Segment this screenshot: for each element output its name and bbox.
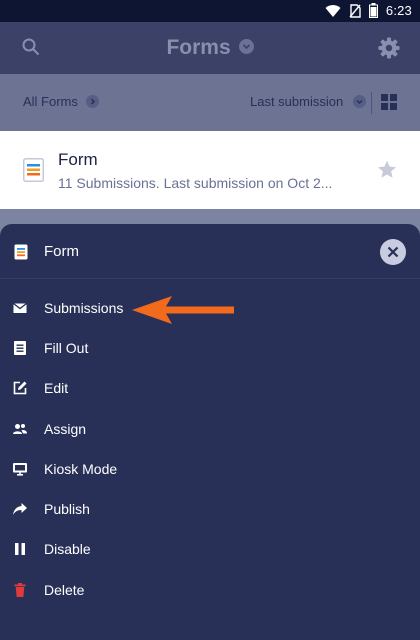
pause-icon — [15, 543, 25, 555]
menu-item-label: Kiosk Mode — [44, 461, 118, 477]
menu-item-assign[interactable]: Assign — [0, 410, 420, 450]
menu-item-label: Fill Out — [44, 340, 89, 356]
edit-icon — [13, 381, 27, 395]
form-icon — [14, 244, 28, 260]
star-icon[interactable] — [377, 160, 397, 179]
form-actions-sheet: Form Submissions Fill Out Edit Assign Ki… — [0, 224, 420, 640]
users-icon — [13, 424, 27, 434]
gear-icon[interactable] — [378, 37, 400, 59]
page-title-text: Forms — [166, 36, 231, 59]
close-button[interactable] — [380, 239, 406, 265]
status-bar: 6:23 — [0, 0, 420, 22]
menu-item-label: Publish — [44, 501, 90, 517]
filter-toolbar: All Forms Last submission — [0, 74, 420, 131]
document-icon — [14, 341, 26, 355]
menu-item-disable[interactable]: Disable — [0, 530, 420, 570]
grid-icon[interactable] — [381, 94, 397, 110]
menu-item-label: Edit — [44, 380, 69, 396]
status-time: 6:23 — [385, 3, 412, 18]
status-icons: 6:23 — [325, 3, 412, 18]
wifi-icon — [325, 4, 341, 17]
menu-item-kiosk-mode[interactable]: Kiosk Mode — [0, 450, 420, 490]
menu-item-label: Assign — [44, 421, 87, 437]
menu-item-publish[interactable]: Publish — [0, 490, 420, 530]
trash-icon — [14, 583, 26, 597]
app-header: Forms — [0, 22, 420, 74]
chevron-right-icon — [85, 95, 99, 109]
sort-label: Last submission — [250, 94, 344, 109]
sort-dropdown[interactable]: Last submission — [250, 94, 366, 109]
page-title[interactable]: Forms — [0, 36, 420, 60]
monitor-icon — [13, 463, 27, 476]
envelope-icon — [13, 302, 27, 313]
sheet-header: Form — [0, 224, 420, 279]
menu-item-label: Delete — [44, 582, 85, 598]
form-name: Form — [58, 150, 98, 169]
close-icon — [387, 246, 399, 258]
sheet-title: Form — [44, 243, 79, 260]
menu-item-label: Submissions — [44, 300, 124, 316]
annotation-arrow-icon — [132, 296, 234, 324]
all-forms-label: All Forms — [23, 94, 78, 109]
all-forms-button[interactable]: All Forms — [23, 94, 99, 109]
no-sim-icon — [349, 3, 361, 18]
form-card[interactable]: Form 11 Submissions. Last submission on … — [0, 131, 420, 209]
toolbar-divider — [371, 92, 372, 114]
battery-icon — [368, 3, 378, 18]
chevron-down-icon[interactable] — [238, 38, 254, 54]
menu-item-delete[interactable]: Delete — [0, 571, 420, 611]
form-meta: 11 Submissions. Last submission on Oct 2… — [58, 175, 333, 191]
menu-item-label: Disable — [44, 541, 91, 557]
chevron-down-icon — [352, 95, 366, 109]
form-icon — [23, 158, 44, 182]
menu-item-edit[interactable]: Edit — [0, 369, 420, 409]
share-icon — [13, 503, 27, 515]
menu-item-fill-out[interactable]: Fill Out — [0, 329, 420, 369]
